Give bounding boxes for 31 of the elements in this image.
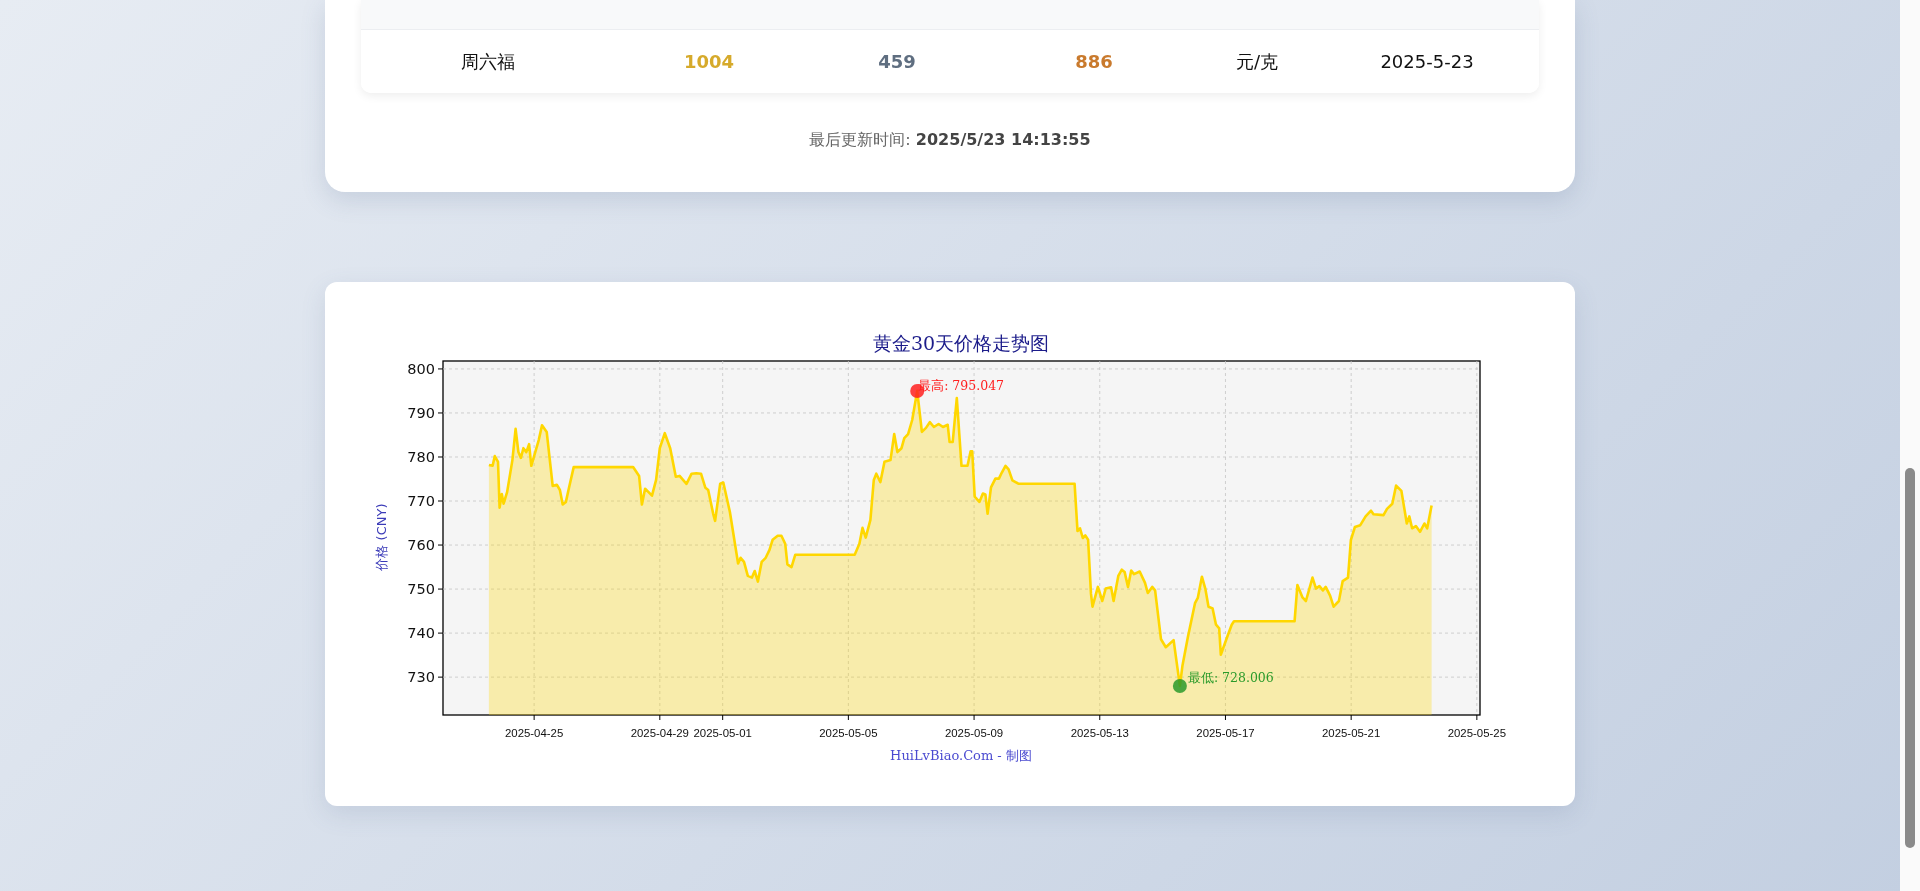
y-tick-label: 770	[407, 493, 435, 509]
y-tick-label: 780	[407, 449, 435, 465]
x-tick-label: 2025-05-13	[1070, 727, 1129, 739]
x-tick-label: 2025-05-25	[1447, 727, 1506, 739]
scrollbar-thumb[interactable]	[1905, 468, 1915, 848]
x-tick-label: 2025-05-09	[944, 727, 1004, 739]
table-cell-text: 1004	[682, 51, 736, 72]
y-tick-label: 740	[407, 625, 435, 642]
y-axis-label: 价格 (CNY)	[374, 503, 389, 571]
x-tick-label: 2025-05-17	[1196, 727, 1255, 739]
table-cell-text: 元/克	[1234, 49, 1280, 74]
x-tick-label: 2025-05-21	[1322, 727, 1381, 739]
x-tick-label: 2025-04-29	[630, 727, 689, 739]
x-tick-label: 2025-05-01	[693, 727, 752, 739]
last-updated-text: 最后更新时间: 2025/5/23 14:13:55	[808, 130, 1092, 151]
point-label: 最低: 728.006	[1187, 669, 1274, 685]
chart-title: 黄金30天价格走势图	[872, 332, 1050, 354]
table-cell-text: 886	[1074, 51, 1114, 72]
y-tick-label: 760	[407, 537, 435, 554]
x-tick-label: 2025-04-25	[505, 727, 564, 739]
point-label: 最高: 795.047	[918, 377, 1005, 393]
x-tick-label: 2025-05-05	[819, 727, 878, 739]
y-tick-label: 730	[407, 669, 435, 686]
table-cell-text: 2025-5-23	[1379, 51, 1475, 72]
table-cell-text: 459	[877, 51, 917, 72]
table-cell-text: 周六福	[460, 49, 516, 74]
point-marker	[1172, 678, 1187, 693]
y-tick-label: 790	[407, 404, 435, 421]
y-tick-label: 750	[407, 581, 435, 598]
y-tick-label: 800	[407, 360, 435, 377]
chart-credit: HuiLvBiao.Com - 制图	[890, 748, 1032, 763]
